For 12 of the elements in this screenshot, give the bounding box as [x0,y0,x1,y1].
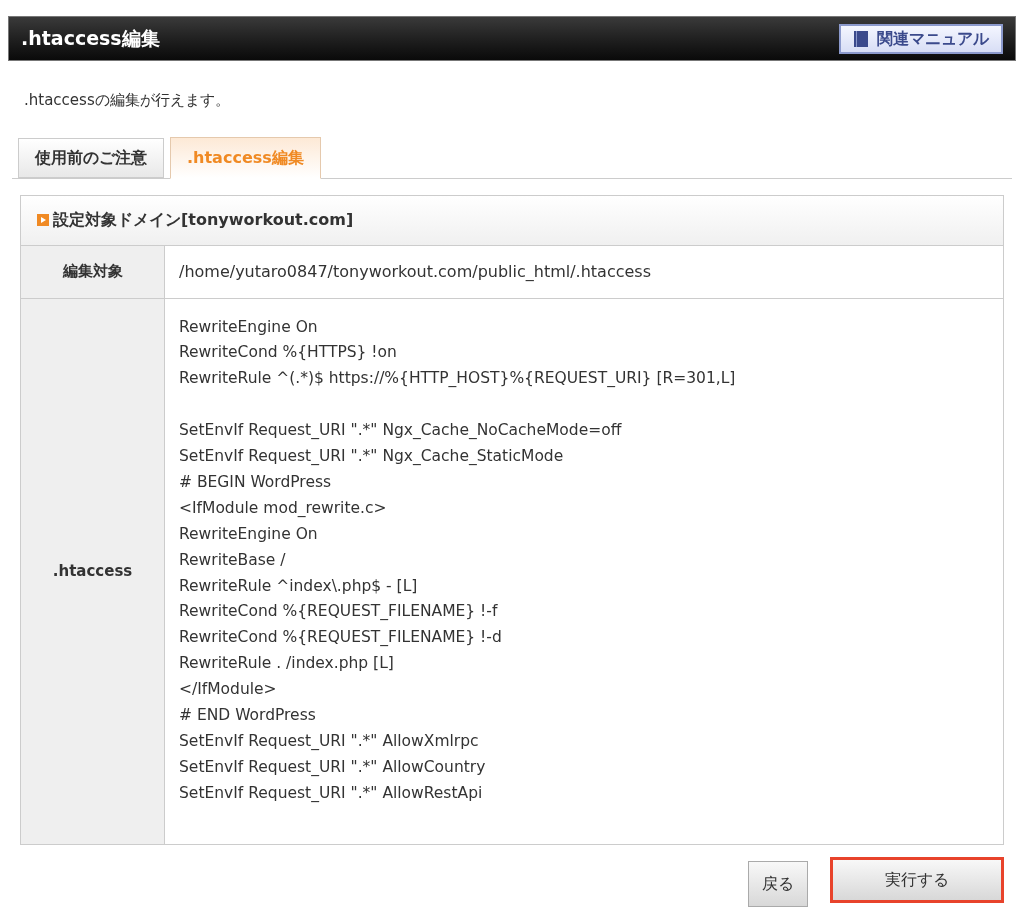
book-icon [853,29,869,48]
submit-button[interactable]: 実行する [830,856,1004,903]
tab[interactable]: 使用前のご注意 [18,137,164,178]
file-path: /home/yutaro0847/tonyworkout.com/public_html/.htaccess [179,260,651,283]
section-title: 設定対象ドメイン[tonyworkout.com] [53,209,354,231]
description-text: .htaccessの編集が行えます。 [24,90,231,111]
row-label: 編集対象 [62,261,123,283]
code-textarea[interactable]: RewriteEngine On RewriteCond %{HTTPS} !on RewriteRule ^(.*)$ https://%{HTTP_HOST}%{REQUEST_URI} [R=301,L] SetEnvIf Request_URI ".*" Ngx_Cache_NoCacheMode=off SetEnvIf Request_URI ".*" Ngx_Cache_StaticMode # BEGIN WordPress <IfModule mod_rewrite.c> RewriteEngine On RewriteBase / RewriteRule ^index\.php$ - [L] RewriteCond %{REQUEST_FILENAME} !-f RewriteCond %{REQUEST_FILENAME} !-d RewriteRule . /index.php [L] </IfModule> # END WordPress SetEnvIf Request_URI ".*" AllowXmlrpc SetEnvIf Request_URI ".*" AllowCountry SetEnvIf Request_URI ".*" AllowRestApi [179,298,989,844]
row-label: .htaccess [52,560,133,582]
manual-button[interactable]: 関連マニュアル [839,23,1003,54]
back-button[interactable]: 戻る [748,860,808,907]
page-title: .htaccess編集 [21,26,160,52]
